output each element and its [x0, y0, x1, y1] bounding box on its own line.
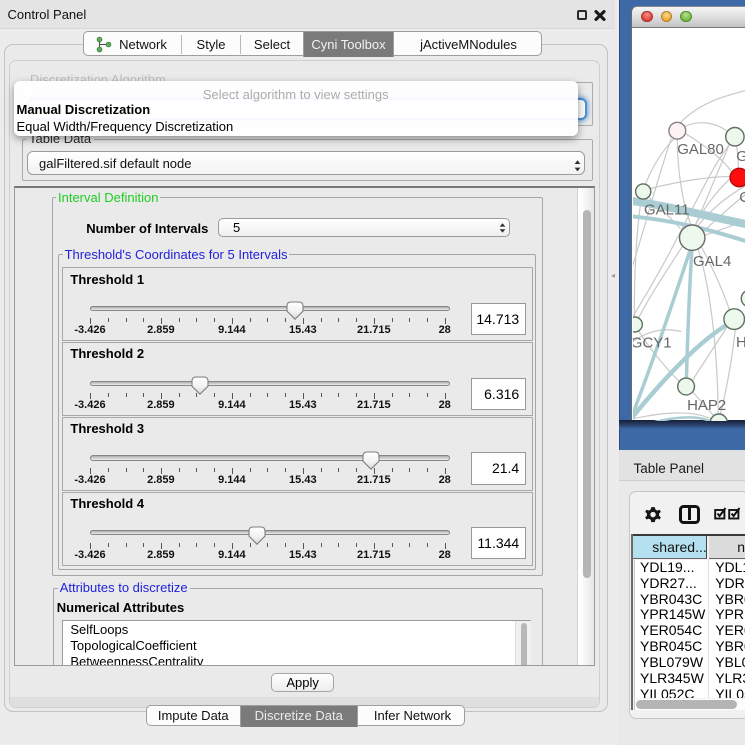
- svg-text:GAL80: GAL80: [677, 141, 724, 158]
- svg-text:GAL11: GAL11: [644, 201, 690, 218]
- svg-text:HAP2: HAP2: [687, 396, 726, 413]
- svg-text:GCY1: GCY1: [633, 334, 672, 351]
- svg-text:GAL4: GAL4: [693, 252, 731, 269]
- svg-text:HIS4: HIS4: [736, 333, 745, 350]
- svg-text:CRM: CRM: [739, 189, 745, 206]
- svg-text:GAL3: GAL3: [736, 147, 745, 164]
